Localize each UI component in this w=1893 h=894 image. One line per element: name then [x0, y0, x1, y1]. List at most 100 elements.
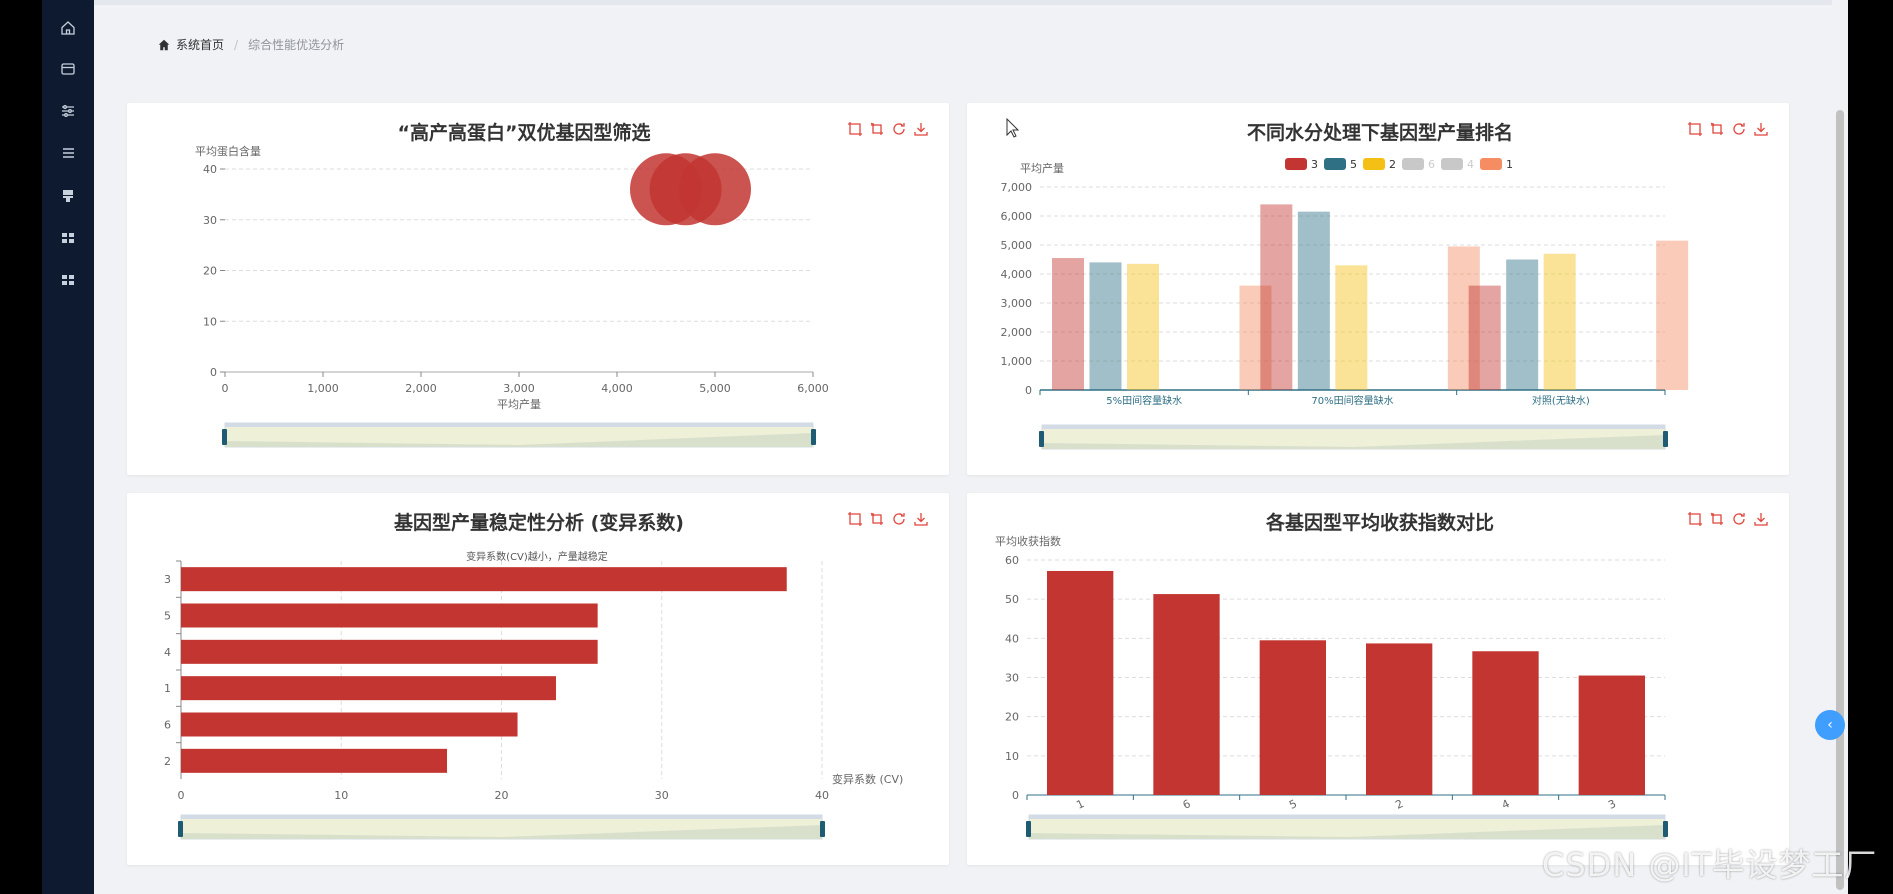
scrollbar-thumb[interactable]: [1836, 110, 1844, 890]
datazoom-top: [181, 815, 822, 819]
legend-label: 5: [1350, 158, 1357, 171]
restore-icon[interactable]: [1731, 121, 1747, 137]
legend-label: 6: [1428, 158, 1435, 171]
bar: [1052, 258, 1084, 390]
datazoom-handle-left: [1026, 821, 1031, 837]
datazoom-top: [225, 423, 813, 427]
bar: [1543, 253, 1576, 390]
bar: [1468, 285, 1501, 390]
y-tick-label: 0: [1025, 384, 1032, 397]
datazoom-handle-left: [178, 821, 183, 837]
y-tick-label: 3,000: [1001, 297, 1033, 310]
y-tick-label: 1,000: [1001, 355, 1033, 368]
download-icon[interactable]: [913, 121, 929, 137]
bar-chart: 各基因型平均收获指数对比平均收获指数 0 10 20 30 40 50 60 1 6 5 2 4 3: [995, 511, 1668, 840]
home-icon: [158, 39, 170, 50]
bar: [1578, 675, 1645, 795]
zoom-icon[interactable]: [1687, 121, 1703, 137]
bar: [1297, 211, 1330, 390]
y-tick-label: 5: [164, 610, 171, 623]
zoom-icon[interactable]: [1687, 511, 1703, 527]
x-tick-label: 40: [815, 789, 829, 802]
home-icon[interactable]: [56, 16, 80, 40]
x-tick-label: 2: [1393, 797, 1405, 812]
y-tick-label: 4: [164, 646, 171, 659]
collapse-button[interactable]: ‹: [1815, 710, 1845, 740]
x-tick-label: 2,000: [405, 382, 437, 395]
chart-toolbox: [847, 121, 929, 137]
watermark: CSDN @IT毕设梦工厂: [1542, 846, 1878, 884]
sidebar: [42, 0, 94, 894]
x-axis-label: 变异系数 (CV): [832, 772, 903, 786]
restore-icon[interactable]: [891, 511, 907, 527]
y-tick-label: 2,000: [1001, 326, 1033, 339]
zoom-icon[interactable]: [847, 121, 863, 137]
datazoom-handle-right: [1663, 431, 1668, 447]
datazoom-handle-right: [811, 429, 816, 445]
legend-label: 3: [1311, 158, 1318, 171]
x-tick-label: 3: [1606, 797, 1618, 812]
bar: [1506, 259, 1539, 390]
y-tick-label: 40: [203, 163, 217, 176]
x-tick-label: 6: [1181, 797, 1193, 812]
breadcrumb: 系统首页 / 综合性能优选分析: [158, 36, 344, 53]
download-icon[interactable]: [913, 511, 929, 527]
zoom-reset-icon[interactable]: [869, 511, 885, 527]
legend-swatch: [1324, 158, 1346, 170]
y-tick-label: 20: [203, 265, 217, 278]
list-icon[interactable]: [56, 141, 80, 165]
x-tick-label: 4,000: [601, 382, 633, 395]
zoom-icon[interactable]: [847, 511, 863, 527]
bar: [181, 676, 556, 701]
wallet-icon[interactable]: [56, 57, 80, 81]
x-tick-label: 10: [334, 789, 348, 802]
zoom-reset-icon[interactable]: [869, 121, 885, 137]
chart-toolbox: [1687, 511, 1769, 527]
y-tick-label: 6,000: [1001, 210, 1033, 223]
x-tick-label: 5: [1287, 797, 1299, 812]
restore-icon[interactable]: [891, 121, 907, 137]
bar: [1089, 262, 1122, 390]
y-tick-label: 30: [1005, 672, 1019, 685]
y-tick-label: 10: [1005, 750, 1019, 763]
scatter-point: [679, 153, 751, 226]
grid-icon[interactable]: [56, 226, 80, 250]
y-axis-label: 平均收获指数: [995, 534, 1061, 548]
panel-scatter-chart: “高产高蛋白”双优基因型筛选 平均蛋白含量 0 10 20 30 40 0 1,000 2,000…: [127, 103, 949, 475]
y-tick-label: 7,000: [1001, 181, 1033, 194]
y-tick-label: 4,000: [1001, 268, 1033, 281]
y-tick-label: 50: [1005, 593, 1019, 606]
bar: [1260, 204, 1293, 390]
legend-swatch: [1363, 158, 1385, 170]
y-tick-label: 6: [164, 719, 171, 732]
apps-icon[interactable]: [56, 268, 80, 292]
sliders-icon[interactable]: [56, 99, 80, 123]
datazoom-handle-right: [820, 821, 825, 837]
x-tick-label: 30: [655, 789, 669, 802]
download-icon[interactable]: [1753, 121, 1769, 137]
x-axis-label: 平均产量: [497, 397, 541, 411]
stamp-icon[interactable]: [56, 184, 80, 208]
restore-icon[interactable]: [1731, 511, 1747, 527]
download-icon[interactable]: [1753, 511, 1769, 527]
zoom-reset-icon[interactable]: [1709, 121, 1725, 137]
chart-title: 不同水分处理下基因型产量排名: [1247, 121, 1513, 144]
chart-title: “高产高蛋白”双优基因型筛选: [398, 121, 651, 144]
bar: [181, 712, 518, 737]
bar: [181, 639, 598, 664]
x-tick-label: 0: [178, 789, 185, 802]
breadcrumb-current: 综合性能优选分析: [248, 38, 345, 52]
bar: [1366, 643, 1433, 795]
bar: [1127, 263, 1159, 390]
scrollbar[interactable]: [1832, 0, 1848, 894]
breadcrumb-home[interactable]: 系统首页: [158, 36, 224, 53]
x-tick-label: 1: [1074, 797, 1086, 812]
y-tick-label: 2: [164, 755, 171, 768]
bar: [181, 567, 787, 592]
x-tick-label: 0: [222, 382, 229, 395]
legend-label: 2: [1389, 158, 1396, 171]
zoom-reset-icon[interactable]: [1709, 511, 1725, 527]
panel-harvest-index-chart: 各基因型平均收获指数对比 平均收获指数 0 10 20 30 40 50 60 1 6 5 2 4 3: [967, 493, 1789, 865]
legend-label: 1: [1506, 158, 1513, 171]
breadcrumb-separator: /: [234, 37, 239, 52]
